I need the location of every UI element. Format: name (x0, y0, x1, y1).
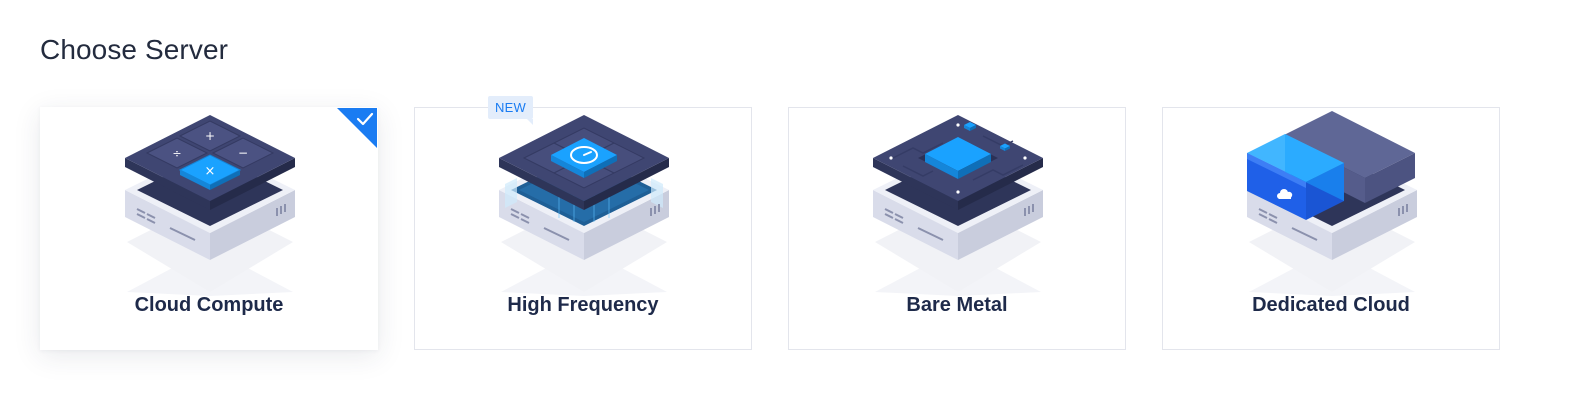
server-option-label: Dedicated Cloud (1252, 294, 1410, 316)
server-option-label: High Frequency (507, 294, 659, 316)
svg-text:×: × (205, 164, 216, 179)
motherboard-server-icon (873, 115, 1043, 296)
cloud-blade-server-icon (1247, 111, 1417, 296)
server-option-cloud-compute[interactable]: + ÷ − × Cloud Compute (40, 107, 378, 350)
page-title: Choose Server (40, 34, 229, 65)
calculator-chip-server-icon: + ÷ − × (125, 115, 295, 296)
server-option-label: Cloud Compute (134, 294, 284, 316)
server-option-high-frequency[interactable]: NEW High Frequency (414, 96, 752, 350)
server-option-label: Bare Metal (906, 294, 1008, 316)
svg-text:+: + (205, 129, 215, 143)
server-option-dedicated-cloud[interactable]: Dedicated Cloud (1162, 107, 1500, 350)
selected-checkmark-icon (337, 108, 377, 148)
server-type-options: + ÷ − × Cloud Compute NEW High Frequency… (40, 96, 1500, 350)
svg-text:−: − (238, 146, 248, 160)
speedometer-chip-server-icon (499, 115, 669, 296)
svg-text:÷: ÷ (172, 147, 181, 160)
server-option-bare-metal[interactable]: Bare Metal (788, 107, 1126, 350)
